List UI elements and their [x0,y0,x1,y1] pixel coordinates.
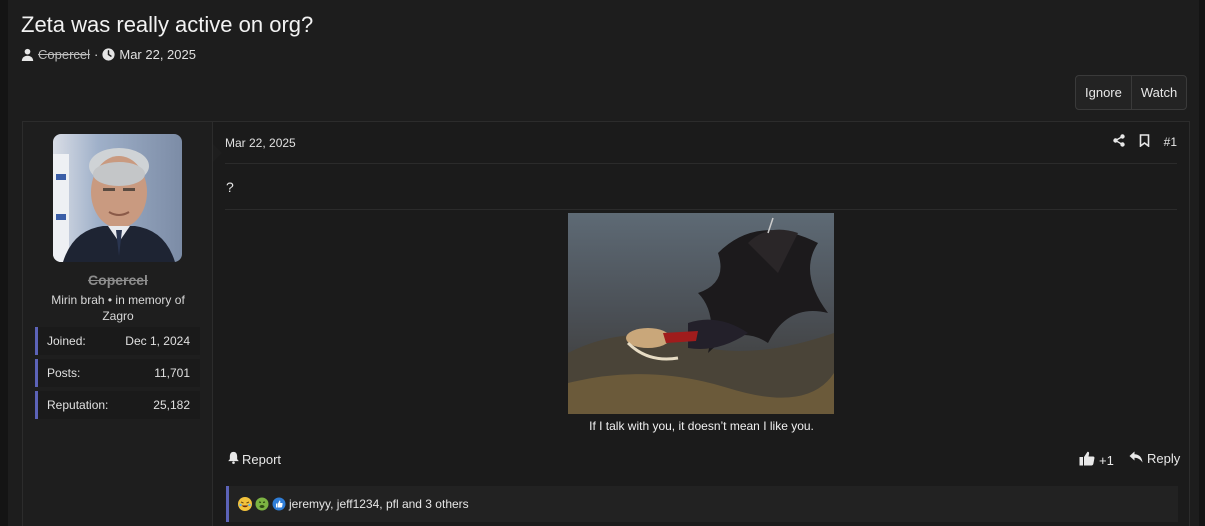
post-body-text: ? [226,179,234,195]
reply-button[interactable]: Reply [1129,451,1180,466]
meta-separator: · [94,47,99,62]
header-divider [225,163,1177,164]
thread-title: Zeta was really active on org? [21,12,314,37]
post-number-link[interactable]: #1 [1164,135,1177,149]
avatar[interactable] [53,134,182,262]
reactions-bar[interactable]: jeremyy, jeff1234, pfl and 3 others [226,486,1178,522]
post-main-cell: Mar 22, 2025 #1 ? If I talk with you, it… [214,122,1189,526]
like-button[interactable]: +1 [1079,451,1114,469]
stat-value: 11,701 [154,366,190,380]
user-icon [21,48,34,61]
thread-page: Zeta was really active on org? Copercel … [8,0,1199,526]
post-user-cell: Copercel Mirin brah • in memory of Zagro… [23,122,213,526]
user-title: Mirin brah • in memory of Zagro [51,293,185,323]
thread-button-group: Ignore Watch [1075,75,1188,110]
stat-joined: Joined: Dec 1, 2024 [35,327,200,355]
thumbs-up-icon [1079,451,1095,469]
thumbs-up-emoji-icon [272,497,286,511]
bell-icon [227,451,240,467]
report-label: Report [242,451,282,467]
post-date-link[interactable]: Mar 22, 2025 [225,136,296,150]
watch-button[interactable]: Watch [1130,76,1186,109]
ignore-button[interactable]: Ignore [1076,76,1131,109]
thread-date-link[interactable]: Mar 22, 2025 [119,47,196,62]
share-icon[interactable] [1112,134,1125,150]
stat-value: 25,182 [153,398,190,412]
bookmark-icon[interactable] [1139,134,1150,150]
thread-meta: Copercel · Mar 22, 2025 [21,47,196,62]
clock-icon [102,48,115,61]
post-message: Copercel Mirin brah • in memory of Zagro… [22,121,1190,526]
laughing-crying-emoji-icon [238,497,252,511]
stat-posts: Posts: 11,701 [35,359,200,387]
reply-icon [1129,451,1143,466]
post-actions: #1 [1112,134,1177,150]
thread-author-link[interactable]: Copercel [38,47,90,62]
like-label: +1 [1099,452,1114,468]
stat-reputation: Reputation: 25,182 [35,391,200,419]
post-image[interactable] [568,213,834,414]
stat-label: Posts: [47,366,81,380]
post-username[interactable]: Copercel [23,272,213,288]
stat-value: Dec 1, 2024 [125,334,190,348]
report-button[interactable]: Report [227,451,281,467]
image-caption: If I talk with you, it doesn’t mean I li… [589,419,814,433]
stat-label: Joined: [47,334,86,348]
reply-label: Reply [1147,451,1181,466]
sick-emoji-icon [255,497,269,511]
body-divider [225,209,1177,210]
stat-label: Reputation: [47,398,109,412]
reactions-summary[interactable]: jeremyy, jeff1234, pfl and 3 others [289,497,469,511]
